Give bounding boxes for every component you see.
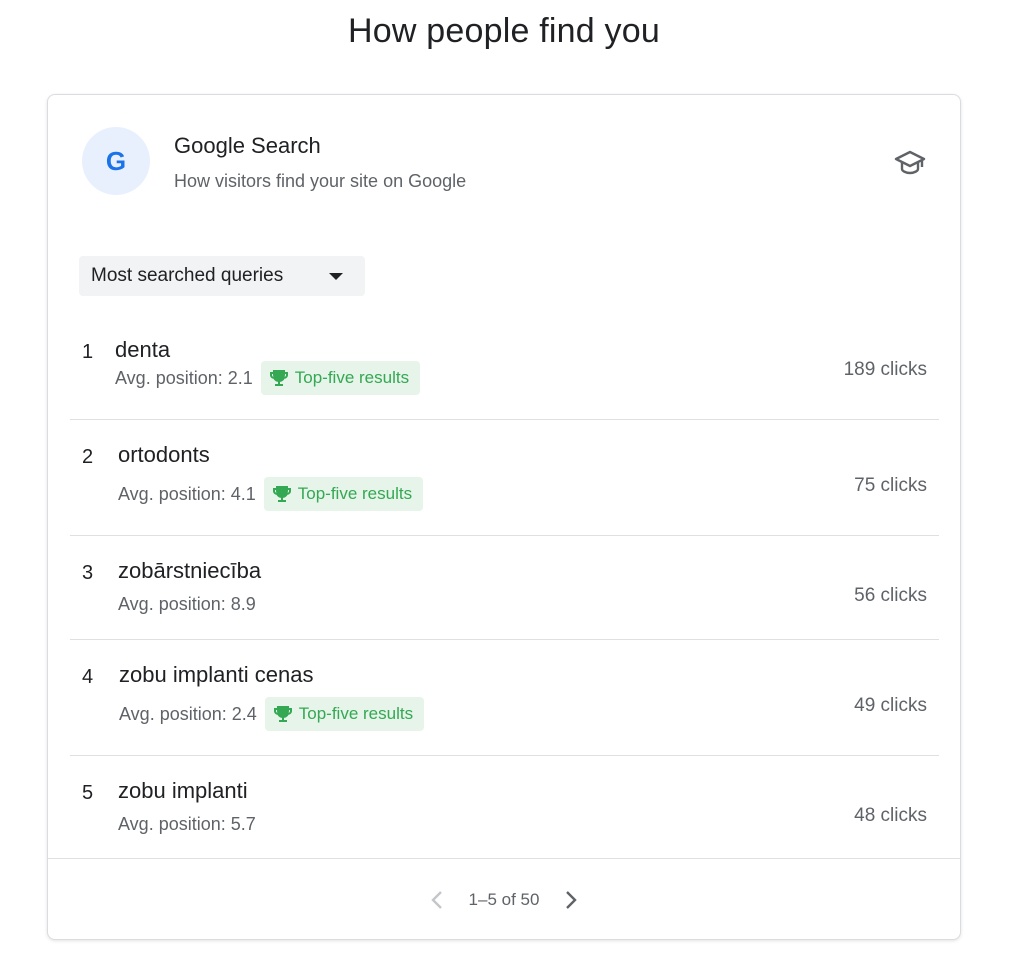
badge-label: Top-five results <box>298 704 414 723</box>
query-text: denta <box>115 337 171 362</box>
query-meta: Avg. position: 8.9 <box>118 594 256 615</box>
badge-label: Top-five results <box>294 368 410 387</box>
card-header: G Google Search How visitors find your s… <box>48 95 960 235</box>
query-meta: Avg. position: 4.1 Top-five results <box>118 477 424 511</box>
google-logo-avatar: G <box>82 127 150 195</box>
chevron-right-icon[interactable] <box>557 886 585 914</box>
top-five-badge: Top-five results <box>263 477 424 511</box>
query-meta: Avg. position: 2.1 Top-five results <box>115 361 421 395</box>
query-text: zobu implanti cenas <box>119 662 314 687</box>
clicks-count: 189 clicks <box>843 359 927 380</box>
top-five-badge: Top-five results <box>264 697 425 731</box>
pagination: 1–5 of 50 <box>48 859 960 941</box>
query-rank: 1 <box>82 341 94 363</box>
query-text: zobu implanti <box>118 778 248 803</box>
avg-position: Avg. position: 5.7 <box>118 814 256 834</box>
google-logo-letter: G <box>105 145 127 176</box>
avg-position: Avg. position: 8.9 <box>118 594 256 614</box>
clicks-count: 75 clicks <box>854 475 927 496</box>
card-subtitle: How visitors find your site on Google <box>174 171 467 191</box>
query-row[interactable]: 3 zobārstniecība Avg. position: 8.9 56 c… <box>70 536 939 640</box>
pagination-label: 1–5 of 50 <box>468 890 540 909</box>
query-rank: 2 <box>82 446 94 468</box>
chevron-left-icon[interactable] <box>423 886 451 914</box>
dropdown-label: Most searched queries <box>91 265 284 286</box>
page-title: How people find you <box>348 12 660 50</box>
clicks-count: 49 clicks <box>854 695 927 716</box>
card-title: Google Search <box>174 133 321 158</box>
query-meta: Avg. position: 5.7 <box>118 814 256 835</box>
query-text: zobārstniecība <box>118 558 262 583</box>
school-icon[interactable] <box>892 145 928 181</box>
avg-position: Avg. position: 2.1 <box>115 367 253 388</box>
query-rank: 3 <box>82 562 94 584</box>
query-row[interactable]: 4 zobu implanti cenas Avg. position: 2.4… <box>70 640 939 756</box>
query-type-dropdown[interactable]: Most searched queries <box>79 256 365 296</box>
caret-down-icon <box>329 273 343 280</box>
google-search-card: G Google Search How visitors find your s… <box>47 94 961 940</box>
top-five-badge: Top-five results <box>260 361 421 395</box>
avg-position: Avg. position: 4.1 <box>118 483 256 504</box>
badge-label: Top-five results <box>297 484 413 503</box>
trophy-icon <box>272 486 291 502</box>
trophy-icon <box>269 370 288 386</box>
query-row[interactable]: 1 denta Avg. position: 2.1 Top-five resu… <box>70 315 939 420</box>
query-rank: 5 <box>82 782 94 804</box>
query-row[interactable]: 2 ortodonts Avg. position: 4.1 Top-five … <box>70 420 939 536</box>
query-meta: Avg. position: 2.4 Top-five results <box>119 697 425 731</box>
trophy-icon <box>273 706 292 722</box>
query-text: ortodonts <box>118 442 210 467</box>
clicks-count: 48 clicks <box>854 805 927 826</box>
query-rank: 4 <box>82 666 94 688</box>
query-row[interactable]: 5 zobu implanti Avg. position: 5.7 48 cl… <box>70 756 939 858</box>
avg-position: Avg. position: 2.4 <box>119 703 257 724</box>
clicks-count: 56 clicks <box>854 585 927 606</box>
card-footer: 1–5 of 50 <box>48 858 960 940</box>
